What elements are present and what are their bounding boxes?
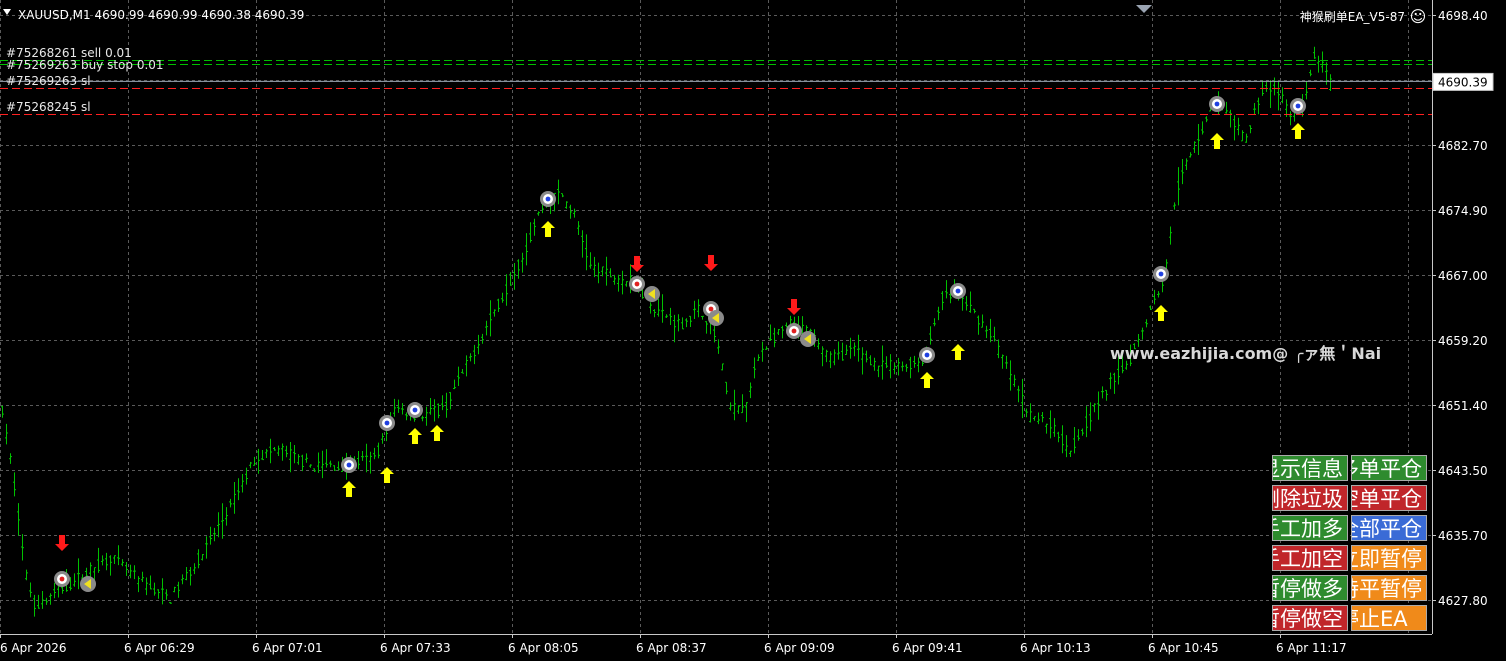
time-axis-label: 6 Apr 08:37 <box>636 641 707 655</box>
right-button-1[interactable]: 多单平仓 <box>1351 455 1427 481</box>
price-axis-label: 4698.40 <box>1438 9 1488 23</box>
time-axis-label: 6 Apr 2026 <box>0 641 67 655</box>
time-axis-label: 6 Apr 07:33 <box>380 641 451 655</box>
order-line-label: #75268245 sl <box>6 100 91 114</box>
trade-dot <box>708 306 714 312</box>
order-line-label: #75269263 buy stop 0.01 <box>6 58 164 72</box>
price-axis-label: 4635.70 <box>1438 529 1488 543</box>
trade-dot <box>1214 101 1220 107</box>
trade-dot <box>634 281 640 287</box>
right-button-2[interactable]: 空单平仓 <box>1351 485 1427 511</box>
price-axis-label: 4659.20 <box>1438 334 1488 348</box>
left-button-label: 暂停做多 <box>1273 577 1343 601</box>
order-line-label: #75269263 sl <box>6 74 91 88</box>
trade-dot <box>59 576 65 582</box>
price-axis-label: 4651.40 <box>1438 399 1488 413</box>
left-button-1[interactable]: 显示信息 <box>1272 455 1348 481</box>
trade-dot <box>791 328 797 334</box>
trade-dot <box>346 462 352 468</box>
right-button-label: 全部平仓 <box>1352 517 1422 541</box>
price-axis-label: 4667.00 <box>1438 269 1488 283</box>
chart-window[interactable]: #75268261 sell 0.01 #75269263 buy stop 0.… <box>0 0 1506 657</box>
trade-dot <box>412 407 418 413</box>
current-price-marker: 4690.39 <box>1432 72 1494 91</box>
trade-dot <box>1295 103 1301 109</box>
current-price-label: 4690.39 <box>1438 75 1488 89</box>
trade-dot <box>545 196 551 202</box>
trade-dot <box>384 420 390 426</box>
price-axis-label: 4674.90 <box>1438 204 1488 218</box>
time-axis-label: 6 Apr 09:09 <box>764 641 835 655</box>
right-button-label: 空单平仓 <box>1352 487 1422 511</box>
time-axis-label: 6 Apr 10:45 <box>1148 641 1219 655</box>
price-axis-label: 4682.70 <box>1438 139 1488 153</box>
time-axis-label: 6 Apr 06:29 <box>124 641 195 655</box>
time-axis-label: 6 Apr 07:01 <box>252 641 323 655</box>
price-axis-label: 4643.50 <box>1438 464 1488 478</box>
left-button-label: 删除垃圾 <box>1273 487 1343 511</box>
right-button-label: 持平暂停 <box>1352 577 1422 601</box>
time-axis-label: 6 Apr 09:41 <box>892 641 963 655</box>
time-axis-label: 6 Apr 08:05 <box>508 641 579 655</box>
watermark-text: www.eazhijia.com@ ╭ァ無＇Nai <box>1110 344 1381 363</box>
left-button-5[interactable]: 暂停做多 <box>1272 575 1348 601</box>
right-button-6[interactable]: 停止EA <box>1351 605 1427 631</box>
left-button-label: 手工加空 <box>1273 547 1343 571</box>
left-button-label: 显示信息 <box>1273 457 1343 481</box>
right-button-3[interactable]: 全部平仓 <box>1351 515 1427 541</box>
left-button-2[interactable]: 删除垃圾 <box>1272 485 1348 511</box>
time-axis-label: 6 Apr 10:13 <box>1020 641 1091 655</box>
left-button-6[interactable]: 暂停做空 <box>1272 605 1348 631</box>
price-axis-label: 4627.80 <box>1438 594 1488 608</box>
ea-name: 神猴刷单EA_V5-87 <box>1300 10 1405 24</box>
trade-dot <box>1158 271 1164 277</box>
right-button-label: 多单平仓 <box>1352 457 1422 481</box>
right-button-label: 立即暂停 <box>1352 547 1422 571</box>
left-button-label: 暂停做空 <box>1273 607 1343 631</box>
left-button-3[interactable]: 手工加多 <box>1272 515 1348 541</box>
right-button-4[interactable]: 立即暂停 <box>1351 545 1427 571</box>
time-axis-label: 6 Apr 11:17 <box>1276 641 1347 655</box>
left-button-4[interactable]: 手工加空 <box>1272 545 1348 571</box>
trade-dot <box>924 352 930 358</box>
trade-dot <box>955 288 961 294</box>
right-button-label: 停止EA <box>1352 607 1408 631</box>
smiley-icon: ☺ <box>1410 7 1427 26</box>
right-button-5[interactable]: 持平暂停 <box>1351 575 1427 601</box>
symbol-info: XAUUSD,M1 4690.99 4690.99 4690.38 4690.3… <box>18 8 304 22</box>
left-button-label: 手工加多 <box>1273 517 1343 541</box>
